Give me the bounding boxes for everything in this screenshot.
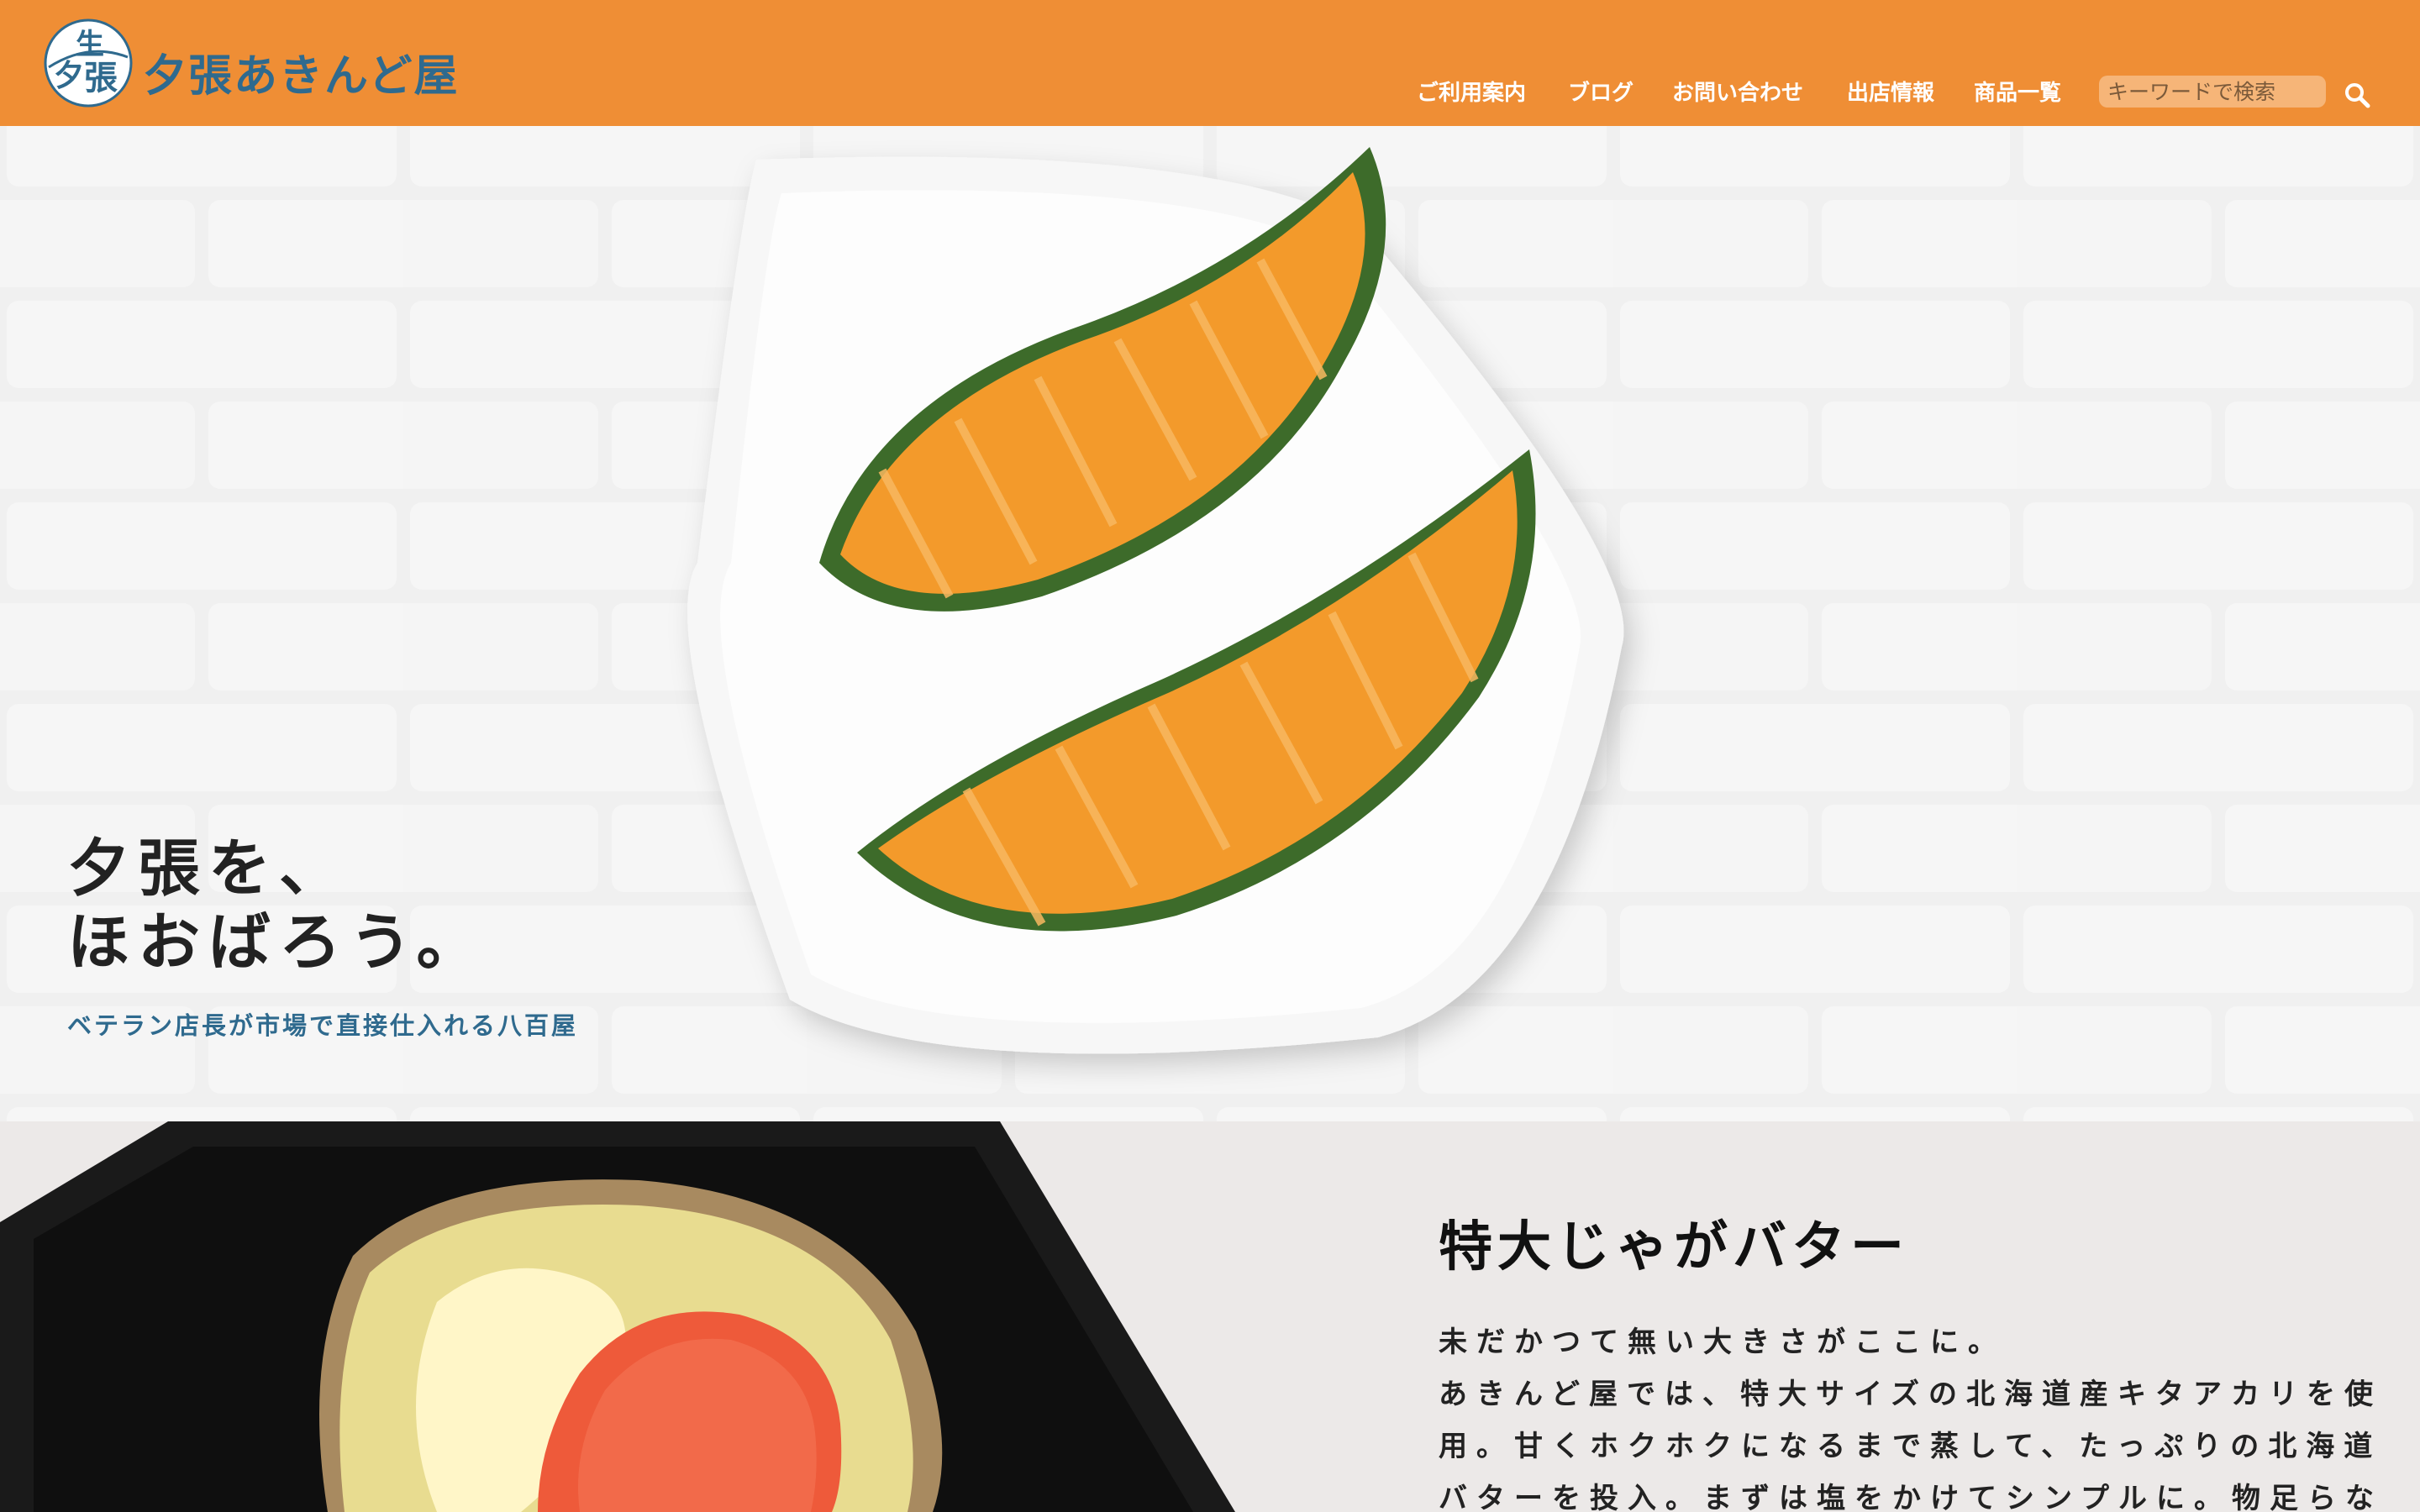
nav-blog[interactable]: ブログ xyxy=(1568,76,1634,107)
feature-line: 未だかつて無い大きさがここに。 xyxy=(1439,1326,2006,1359)
nav-shop-info[interactable]: 出店情報 xyxy=(1847,76,1934,107)
site-name[interactable]: 夕張あきんど屋 xyxy=(143,40,459,103)
feature-line: 用。甘くホクホクになるまで蒸して、たっぷりの北海道 xyxy=(1439,1430,2382,1463)
nav-guide[interactable]: ご利用案内 xyxy=(1417,76,1526,107)
feature-title: 特大じゃがバター xyxy=(1439,1216,1909,1278)
logo-glyph-sei: 生 xyxy=(76,28,104,61)
feature-section: 特大じゃがバター 未だかつて無い大きさがここに。 あきんど屋では、特大サイズの北… xyxy=(0,1121,2420,1512)
site-logo[interactable]: 生 夕 張 xyxy=(42,17,134,109)
logo-glyph-hari: 張 xyxy=(84,58,118,97)
nav-contact[interactable]: お問い合わせ xyxy=(1672,76,1803,107)
hero-subtitle: ベテラン店長が市場で直接仕入れる八百屋 xyxy=(67,1011,579,1040)
feature-line: バターを投入。まずは塩をかけてシンプルに。物足らな xyxy=(1439,1482,2383,1512)
nav-products[interactable]: 商品一覧 xyxy=(1974,76,2061,107)
logo-glyph-yu: 夕 xyxy=(54,58,84,93)
search-icon[interactable] xyxy=(2343,81,2371,109)
site-header: 生 夕 張 夕張あきんど屋 ご利用案内 ブログ お問い合わせ 出店情報 商品一覧 xyxy=(0,0,2420,126)
hero-title: 夕張を、 ほおばろう。 xyxy=(67,832,487,979)
feature-potato-image xyxy=(0,1121,1235,1512)
feature-description: 未だかつて無い大きさがここに。 あきんど屋では、特大サイズの北海道産キタアカリを… xyxy=(1439,1316,2383,1512)
hero-title-line2: ほおばろう。 xyxy=(67,906,487,979)
search-input[interactable] xyxy=(2099,76,2326,108)
hero-section: 夕張を、 ほおばろう。 ベテラン店長が市場で直接仕入れる八百屋 xyxy=(0,126,2420,1121)
feature-line: あきんど屋では、特大サイズの北海道産キタアカリを使 xyxy=(1439,1378,2382,1411)
hero-title-line1: 夕張を、 xyxy=(67,832,350,905)
